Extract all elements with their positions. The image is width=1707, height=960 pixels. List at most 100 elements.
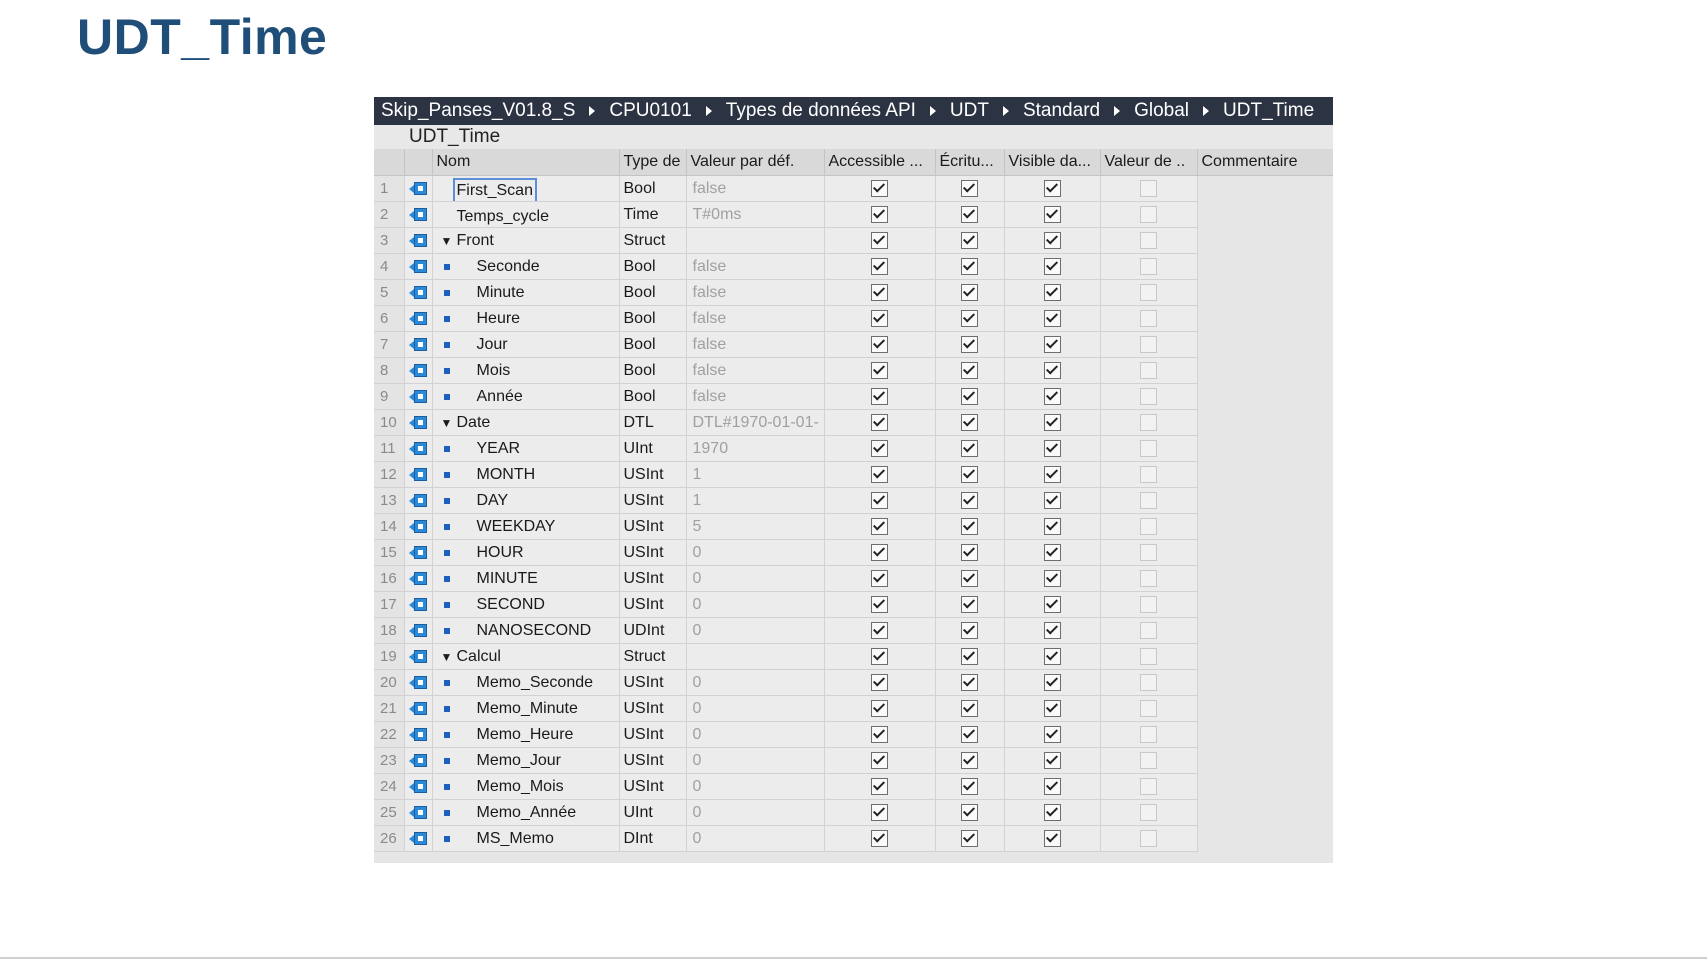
visible-checkbox[interactable] [1043, 517, 1061, 535]
col-header-name[interactable]: Nom [432, 149, 620, 176]
visible-checkbox[interactable] [1043, 413, 1061, 431]
table-row[interactable]: 10 ▼ Date DTL DTL#1970-01-01- [374, 409, 1333, 436]
accessible-checkbox[interactable] [871, 179, 888, 197]
table-row[interactable]: 5 Minute Bool false [374, 279, 1333, 306]
setpoint-checkbox[interactable] [1140, 387, 1157, 405]
member-name[interactable]: MS_Memo [477, 830, 554, 848]
name-cell[interactable]: Heure [432, 305, 620, 332]
accessible-checkbox[interactable] [871, 673, 888, 691]
accessible-checkbox[interactable] [871, 335, 888, 353]
visible-checkbox[interactable] [1043, 361, 1061, 379]
member-name[interactable]: Calcul [457, 648, 501, 666]
type-cell[interactable]: USInt [619, 487, 687, 514]
accessible-checkbox[interactable] [871, 465, 888, 483]
setpoint-checkbox[interactable] [1140, 803, 1157, 821]
col-header-comment[interactable]: Commentaire [1197, 149, 1333, 176]
member-name[interactable]: Seconde [477, 258, 540, 276]
write-checkbox[interactable] [961, 283, 978, 301]
name-cell[interactable]: Memo_Minute [432, 695, 620, 722]
visible-checkbox[interactable] [1043, 179, 1061, 197]
write-checkbox[interactable] [961, 517, 978, 535]
write-checkbox[interactable] [961, 335, 978, 353]
member-name[interactable]: Memo_Année [477, 804, 577, 822]
type-cell[interactable]: USInt [619, 669, 687, 696]
name-cell[interactable]: WEEKDAY [432, 513, 620, 540]
type-cell[interactable]: Bool [619, 357, 687, 384]
accessible-checkbox[interactable] [871, 491, 888, 509]
table-row[interactable]: 17 SECOND USInt 0 [374, 591, 1333, 618]
visible-checkbox[interactable] [1043, 699, 1061, 717]
write-checkbox[interactable] [961, 439, 978, 457]
name-cell[interactable]: Memo_Heure [432, 721, 620, 748]
visible-checkbox[interactable] [1043, 283, 1061, 301]
name-cell[interactable]: YEAR [432, 435, 620, 462]
default-value-cell[interactable]: 0 [686, 669, 825, 696]
comment-cell[interactable] [1197, 227, 1333, 254]
write-checkbox[interactable] [961, 231, 978, 249]
visible-checkbox[interactable] [1043, 647, 1061, 665]
default-value-cell[interactable]: false [686, 253, 825, 280]
table-row[interactable]: 8 Mois Bool false [374, 357, 1333, 384]
default-value-cell[interactable]: 1 [686, 461, 825, 488]
member-name[interactable]: NANOSECOND [477, 622, 592, 640]
member-name[interactable]: HOUR [477, 544, 524, 562]
member-name[interactable]: Memo_Mois [477, 778, 564, 796]
type-cell[interactable]: Bool [619, 383, 687, 410]
comment-cell[interactable] [1197, 721, 1333, 748]
visible-checkbox[interactable] [1043, 777, 1061, 795]
write-checkbox[interactable] [961, 387, 978, 405]
comment-cell[interactable] [1197, 331, 1333, 358]
visible-checkbox[interactable] [1043, 465, 1061, 483]
table-row[interactable]: 13 DAY USInt 1 [374, 487, 1333, 514]
write-checkbox[interactable] [961, 829, 978, 847]
setpoint-checkbox[interactable] [1140, 491, 1157, 509]
write-checkbox[interactable] [961, 569, 978, 587]
member-name[interactable]: Memo_Heure [477, 726, 574, 744]
accessible-checkbox[interactable] [871, 569, 888, 587]
comment-cell[interactable] [1197, 279, 1333, 306]
breadcrumb-item-project[interactable]: Skip_Panses_V01.8_S [381, 100, 575, 122]
comment-cell[interactable] [1197, 591, 1333, 618]
accessible-checkbox[interactable] [871, 257, 888, 275]
type-cell[interactable]: USInt [619, 591, 687, 618]
accessible-checkbox[interactable] [871, 231, 888, 249]
table-row[interactable]: 9 Année Bool false [374, 383, 1333, 410]
visible-checkbox[interactable] [1043, 387, 1061, 405]
setpoint-checkbox[interactable] [1140, 309, 1157, 327]
comment-cell[interactable] [1197, 799, 1333, 826]
setpoint-checkbox[interactable] [1140, 517, 1157, 535]
name-cell[interactable]: DAY [432, 487, 620, 514]
default-value-cell[interactable]: false [686, 175, 825, 202]
setpoint-checkbox[interactable] [1140, 231, 1157, 249]
type-cell[interactable]: UInt [619, 799, 687, 826]
visible-checkbox[interactable] [1043, 543, 1061, 561]
default-value-cell[interactable]: 0 [686, 695, 825, 722]
write-checkbox[interactable] [961, 413, 978, 431]
accessible-checkbox[interactable] [871, 725, 888, 743]
member-name[interactable]: DAY [477, 492, 509, 510]
type-cell[interactable]: Bool [619, 175, 687, 202]
member-name[interactable]: Heure [477, 310, 521, 328]
table-row[interactable]: 1 First_Scan Bool false [374, 175, 1333, 202]
visible-checkbox[interactable] [1043, 673, 1061, 691]
setpoint-checkbox[interactable] [1140, 465, 1157, 483]
write-checkbox[interactable] [961, 621, 978, 639]
comment-cell[interactable] [1197, 513, 1333, 540]
visible-checkbox[interactable] [1043, 751, 1061, 769]
name-cell[interactable]: Année [432, 383, 620, 410]
breadcrumb-item-udt[interactable]: UDT [950, 100, 989, 122]
accessible-checkbox[interactable] [871, 205, 888, 223]
setpoint-checkbox[interactable] [1140, 621, 1157, 639]
visible-checkbox[interactable] [1043, 205, 1061, 223]
visible-checkbox[interactable] [1043, 569, 1061, 587]
breadcrumb-item-udt-time[interactable]: UDT_Time [1223, 100, 1314, 122]
write-checkbox[interactable] [961, 257, 978, 275]
default-value-cell[interactable]: false [686, 305, 825, 332]
table-row[interactable]: 25 Memo_Année UInt 0 [374, 799, 1333, 826]
default-value-cell[interactable]: 5 [686, 513, 825, 540]
setpoint-checkbox[interactable] [1140, 543, 1157, 561]
member-name[interactable]: Temps_cycle [457, 208, 549, 226]
visible-checkbox[interactable] [1043, 595, 1061, 613]
accessible-checkbox[interactable] [871, 387, 888, 405]
name-cell[interactable]: First_Scan [432, 175, 620, 202]
